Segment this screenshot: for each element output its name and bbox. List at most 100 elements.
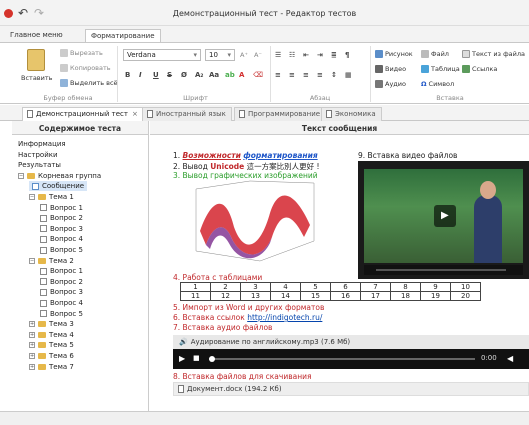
tree-item[interactable]: + Тема 5 (29, 340, 74, 350)
align-right-icon[interactable]: ≡ (303, 71, 309, 79)
text-from-file-button[interactable]: Текст из файла (462, 50, 525, 58)
table-cell: 7 (360, 282, 391, 292)
subscript-icon[interactable]: A₂ (195, 71, 203, 79)
panel-title: Текст сообщения (150, 121, 529, 135)
tab-formatting[interactable]: Форматирование (85, 29, 161, 42)
highlight-icon[interactable]: ab (225, 71, 235, 79)
file-attachment[interactable]: Документ.docx (194.2 Кб) (173, 382, 529, 396)
surface-plot-image (195, 180, 315, 262)
tree-item[interactable]: Вопрос 4 (40, 298, 83, 308)
numbered-list-icon[interactable]: ☷ (289, 51, 295, 59)
tab-demo-test[interactable]: Демонстрационный тест × (22, 107, 144, 121)
insert-symbol-button[interactable]: Ω Символ (421, 80, 454, 88)
italic-icon[interactable]: I (139, 71, 142, 79)
video-player[interactable]: ▶ (358, 161, 529, 279)
line-spacing-icon[interactable]: ↕ (331, 71, 337, 79)
expand-toggle-icon[interactable]: − (29, 194, 35, 200)
table-cell: 15 (300, 291, 331, 301)
close-icon[interactable]: × (132, 110, 138, 118)
insert-picture-button[interactable]: Рисунок (375, 50, 413, 58)
font-shrink-icon[interactable]: A⁻ (254, 51, 262, 59)
volume-icon[interactable]: ◀ (507, 354, 513, 363)
tree-item[interactable]: Информация (18, 139, 66, 149)
insert-video-button[interactable]: Видео (375, 65, 406, 73)
stop-icon[interactable]: ■ (193, 354, 200, 362)
cut-button[interactable]: Вырезать (60, 49, 103, 57)
audio-time: 0:00 (481, 354, 497, 362)
tree-item[interactable]: + Тема 6 (29, 351, 74, 361)
tree-item[interactable]: − Тема 2 (29, 256, 74, 266)
tree-item[interactable]: Вопрос 2 (40, 277, 83, 287)
font-family-select[interactable]: Verdana ▾ (123, 49, 201, 61)
tab-foreign-language[interactable]: Иностранный язык (142, 107, 232, 121)
tree-item[interactable]: Сообщение (29, 181, 88, 192)
expand-toggle-icon[interactable]: + (29, 363, 35, 370)
tab-programming[interactable]: Программирование (234, 107, 327, 121)
bullet-list-icon[interactable]: ☰ (275, 51, 281, 59)
question-icon (40, 246, 47, 254)
insert-audio-button[interactable]: Аудио (375, 80, 406, 88)
hyperlink[interactable]: http://indigotech.ru/ (247, 313, 322, 322)
tree-item[interactable]: Вопрос 1 (40, 266, 83, 276)
bold-icon[interactable]: B (125, 71, 130, 79)
tree-item[interactable]: − Тема 1 (29, 192, 74, 202)
play-icon[interactable]: ▶ (179, 354, 185, 363)
paste-button[interactable]: Вставить (21, 74, 52, 82)
tree-item[interactable]: + Тема 4 (29, 330, 74, 340)
copy-button[interactable]: Копировать (60, 64, 111, 72)
tree-item[interactable]: Результаты (18, 160, 61, 170)
strikethrough-icon[interactable]: S (167, 71, 172, 79)
outdent-icon[interactable]: ⇤ (303, 51, 309, 59)
expand-toggle-icon[interactable]: + (29, 331, 35, 338)
tree-item[interactable]: − Корневая группа (18, 171, 101, 181)
video-play-button[interactable]: ▶ (434, 205, 456, 227)
font-format-row: B I U S Ø A₂ Aa ab A ⌫ (123, 71, 268, 83)
tab-main-menu[interactable]: Главное меню (5, 29, 68, 42)
insert-file-button[interactable]: Файл (421, 50, 449, 58)
superscript-icon[interactable]: Ø (181, 71, 187, 79)
audio-seek-handle[interactable] (209, 356, 215, 362)
underline-icon[interactable]: U (153, 71, 159, 79)
align-center-icon[interactable]: ≡ (289, 71, 295, 79)
tree-item[interactable]: Вопрос 5 (40, 245, 83, 255)
table-cell: 2 (210, 282, 241, 292)
font-grow-icon[interactable]: A⁺ (240, 51, 248, 59)
select-all-button[interactable]: Выделить всё (60, 79, 118, 87)
tree-item[interactable]: Вопрос 3 (40, 287, 83, 297)
font-size-select[interactable]: 10 ▾ (205, 49, 235, 61)
expand-toggle-icon[interactable]: + (29, 342, 35, 349)
table-cell: 17 (360, 291, 391, 301)
tree-item[interactable]: Вопрос 1 (40, 203, 83, 213)
tab-economics[interactable]: Экономика (321, 107, 382, 121)
tree-item[interactable]: Вопрос 5 (40, 309, 83, 319)
shading-icon[interactable]: ▦ (345, 71, 352, 79)
tree-item[interactable]: Вопрос 2 (40, 213, 83, 223)
align-row: ≡ ≡ ≡ ≡ ↕ ▦ (275, 71, 365, 83)
clear-format-icon[interactable]: ⌫ (253, 71, 263, 79)
tree-item[interactable]: + Тема 7 (29, 362, 74, 372)
ribbon-tabs: Главное меню Форматирование (0, 26, 529, 42)
pilcrow-icon[interactable]: ¶ (345, 51, 349, 59)
audio-progress-bar[interactable] (209, 356, 475, 362)
justify-icon[interactable]: ≡ (317, 71, 323, 79)
insert-table-button[interactable]: Таблица (421, 65, 460, 73)
expand-toggle-icon[interactable]: + (29, 353, 35, 359)
expand-toggle-icon[interactable]: + (29, 321, 35, 328)
tree-item[interactable]: Настройки (18, 150, 58, 160)
list-style-icon[interactable]: ≣ (331, 51, 337, 59)
indent-icon[interactable]: ⇥ (317, 51, 323, 59)
font-color-icon[interactable]: A (239, 71, 244, 79)
case-icon[interactable]: Aa (209, 71, 219, 79)
paste-icon[interactable] (27, 49, 45, 71)
expand-toggle-icon[interactable]: − (29, 257, 35, 264)
line-7: 7. Вставка аудио файлов (173, 323, 273, 332)
tree-item[interactable]: Вопрос 4 (40, 234, 83, 244)
tree-item[interactable]: + Тема 3 (29, 319, 74, 329)
tree-item[interactable]: Вопрос 3 (40, 224, 83, 234)
insert-link-button[interactable]: Ссылка (462, 65, 497, 73)
video-progress-bar[interactable] (376, 269, 506, 271)
title-bar: ↶ ↷ Демонстрационный тест - Редактор тес… (0, 0, 529, 26)
align-left-icon[interactable]: ≡ (275, 71, 281, 79)
link-icon (462, 65, 470, 73)
expand-toggle-icon[interactable]: − (18, 172, 24, 179)
